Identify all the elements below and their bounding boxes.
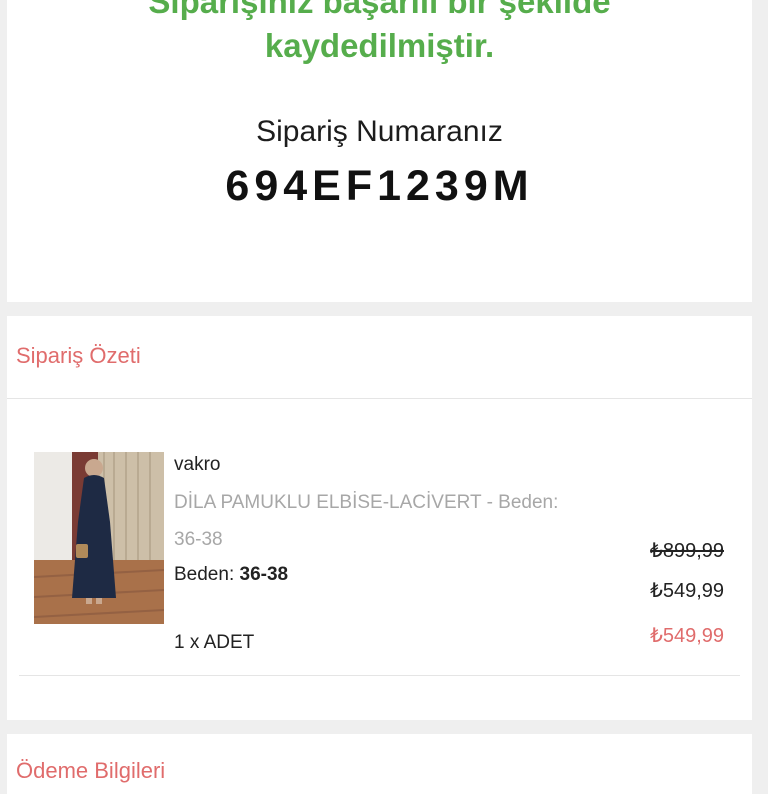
order-success-card: Siparişiniz başarılı bir şekilde kaydedi… [7, 0, 752, 302]
success-message-line2: kaydedilmiştir. [264, 27, 495, 64]
divider [7, 398, 752, 399]
size-value: 36-38 [239, 564, 289, 585]
order-summary-card: Sipariş Özeti vakro DİLA PAMUKLU ELBİSE-… [7, 316, 752, 720]
price-current: ₺549,99 [650, 580, 724, 602]
product-quantity: 1 x ADET [174, 632, 255, 653]
order-summary-title: Sipariş Özeti [16, 343, 141, 368]
order-number-label: Sipariş Numaranız [256, 115, 503, 148]
order-number: 694EF1239M [225, 162, 534, 210]
product-name[interactable]: DİLA PAMUKLU ELBİSE-LACİVERT - Beden: 36… [174, 484, 574, 558]
divider [19, 675, 740, 676]
product-image[interactable] [34, 452, 164, 624]
price-total: ₺549,99 [650, 625, 724, 647]
product-brand: vakro [174, 454, 221, 475]
product-size: Beden: 36-38 [174, 564, 288, 586]
success-message-line1: Siparişiniz başarılı bir şekilde [148, 0, 611, 20]
payment-info-title: Ödeme Bilgileri [16, 758, 166, 783]
size-label: Beden: [174, 564, 240, 585]
price-old: ₺899,99 [650, 540, 724, 562]
payment-info-card: Ödeme Bilgileri [7, 734, 752, 794]
